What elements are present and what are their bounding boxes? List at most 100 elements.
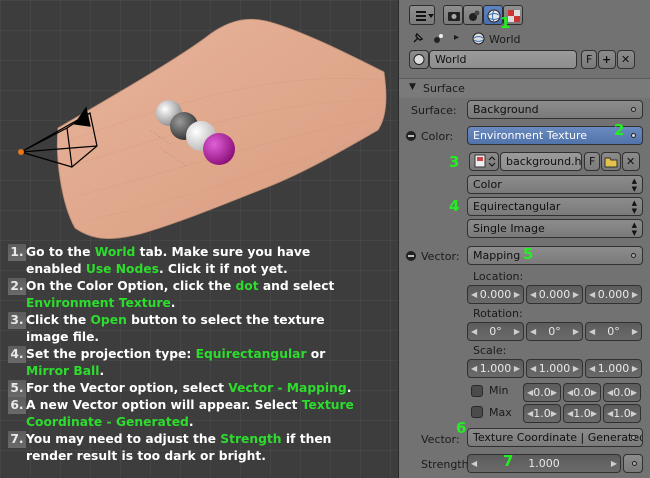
link-dot-icon[interactable]	[631, 107, 636, 112]
increment-arrow-icon[interactable]: ▶	[514, 360, 520, 377]
increment-arrow-icon[interactable]: ▶	[631, 405, 637, 422]
properties-panel: 1 ▸ World World F + ✕ ▼ Surface Surface:…	[398, 0, 650, 478]
world-name-field[interactable]: World	[429, 50, 577, 69]
decrement-arrow-icon[interactable]: ◀	[471, 323, 477, 340]
image-fake-user-button[interactable]: F	[584, 152, 600, 171]
increment-arrow-icon[interactable]: ▶	[551, 405, 557, 422]
step-continuation: Environment Texture.	[8, 295, 396, 312]
decrement-arrow-icon[interactable]: ◀	[530, 323, 536, 340]
increment-arrow-icon[interactable]: ▶	[591, 384, 597, 401]
callout-4: 4	[449, 197, 460, 215]
decrement-arrow-icon[interactable]: ◀	[607, 384, 613, 401]
image-browse-button[interactable]	[469, 152, 499, 171]
rotation-field[interactable]: ◀ 0° ▶	[467, 322, 524, 341]
decrement-arrow-icon[interactable]: ◀	[589, 286, 595, 303]
decrement-arrow-icon[interactable]: ◀	[527, 405, 533, 422]
max-checkbox[interactable]	[471, 406, 483, 418]
increment-arrow-icon[interactable]: ▶	[591, 405, 597, 422]
increment-arrow-icon[interactable]: ▶	[632, 360, 638, 377]
decrement-arrow-icon[interactable]: ◀	[607, 405, 613, 422]
vector-link-dot-icon[interactable]	[631, 253, 636, 258]
image-open-button[interactable]	[601, 152, 621, 171]
callout-5: 5	[523, 245, 534, 263]
strength-link-button[interactable]	[623, 454, 643, 473]
color-collapse-icon[interactable]	[406, 131, 416, 141]
step-text: You may need to adjust the	[26, 432, 221, 446]
world-fake-user-button[interactable]: F	[581, 50, 597, 69]
decrement-arrow-icon[interactable]: ◀	[471, 455, 477, 472]
camera-icon	[448, 12, 460, 21]
increment-arrow-icon[interactable]: ▶	[573, 286, 579, 303]
vector-input-menu[interactable]: Mapping	[467, 246, 643, 265]
vector2-link-dot-icon[interactable]	[631, 435, 636, 440]
increment-arrow-icon[interactable]: ▶	[631, 384, 637, 401]
scale-field[interactable]: ◀ 1.000 ▶	[585, 359, 642, 378]
min-checkbox[interactable]	[471, 385, 483, 397]
instruction-step: 6. A new Vector option will appear. Selec…	[8, 397, 396, 431]
max-field[interactable]: ◀ 1.0 ▶	[523, 404, 561, 423]
rotation-field[interactable]: ◀ 0° ▶	[585, 322, 642, 341]
location-field[interactable]: ◀ 0.000 ▶	[526, 285, 583, 304]
tab-scene[interactable]	[463, 5, 483, 25]
scale-field[interactable]: ◀ 1.000 ▶	[526, 359, 583, 378]
3d-viewport[interactable]: · · · · · · · · · · · · · · · · · · 1. Go…	[0, 0, 398, 478]
max-field[interactable]: ◀ 1.0 ▶	[603, 404, 641, 423]
max-field[interactable]: ◀ 1.0 ▶	[563, 404, 601, 423]
world-unlink-button[interactable]: ✕	[617, 50, 635, 69]
decrement-arrow-icon[interactable]: ◀	[567, 405, 573, 422]
decrement-arrow-icon[interactable]: ◀	[589, 360, 595, 377]
surface-shader-menu[interactable]: Background	[467, 100, 643, 119]
step-text: and select	[258, 279, 335, 293]
increment-arrow-icon[interactable]: ▶	[632, 286, 638, 303]
fake-user-label: F	[586, 53, 593, 66]
editor-type-button[interactable]	[409, 5, 435, 25]
tab-render[interactable]	[443, 5, 463, 25]
decrement-arrow-icon[interactable]: ◀	[589, 323, 595, 340]
projection-updown-icon: ▲ ▼	[631, 199, 637, 215]
decrement-arrow-icon[interactable]: ◀	[471, 286, 477, 303]
min-field[interactable]: ◀ 0.0 ▶	[523, 383, 561, 402]
color-space-menu[interactable]: Color ▲ ▼	[467, 175, 643, 194]
decrement-arrow-icon[interactable]: ◀	[530, 286, 536, 303]
increment-arrow-icon[interactable]: ▶	[514, 286, 520, 303]
vector-collapse-icon[interactable]	[406, 251, 416, 261]
pin-icon[interactable]	[411, 31, 425, 45]
min-field[interactable]: ◀ 0.0 ▶	[603, 383, 641, 402]
color-value: Environment Texture	[473, 129, 588, 142]
projection-value: Equirectangular	[473, 200, 561, 213]
instruction-step: 3. Click the Open button to select the te…	[8, 312, 396, 346]
image-mode-menu[interactable]: Single Image ▲ ▼	[467, 219, 643, 238]
projection-menu[interactable]: Equirectangular ▲ ▼	[467, 197, 643, 216]
step-number: 5.	[8, 380, 26, 397]
increment-arrow-icon[interactable]: ▶	[611, 455, 617, 472]
world-datablock-selector[interactable]	[409, 50, 429, 69]
surface-section-header[interactable]: ▼ Surface	[399, 78, 650, 98]
decrement-arrow-icon[interactable]: ◀	[567, 384, 573, 401]
location-field[interactable]: ◀ 0.000 ▶	[467, 285, 524, 304]
rotation-field[interactable]: ◀ 0° ▶	[526, 322, 583, 341]
strength-link-dot-icon[interactable]	[632, 461, 637, 466]
decrement-arrow-icon[interactable]: ◀	[530, 360, 536, 377]
world-new-button[interactable]: +	[598, 50, 616, 69]
decrement-arrow-icon[interactable]: ◀	[527, 384, 533, 401]
step-text: .	[188, 415, 194, 429]
world-name: World	[435, 53, 467, 66]
increment-arrow-icon[interactable]: ▶	[551, 384, 557, 401]
scale-field[interactable]: ◀ 1.000 ▶	[467, 359, 524, 378]
increment-arrow-icon[interactable]: ▶	[573, 323, 579, 340]
strength-field[interactable]: ◀ 1.000 ▶	[467, 454, 621, 473]
increment-arrow-icon[interactable]: ▶	[514, 323, 520, 340]
decrement-arrow-icon[interactable]: ◀	[471, 360, 477, 377]
callout-7: 7	[503, 452, 514, 470]
image-filename-field[interactable]: background.hdr	[500, 152, 582, 171]
increment-arrow-icon[interactable]: ▶	[573, 360, 579, 377]
vector2-input-menu[interactable]: Texture Coordinate | Generated	[467, 428, 643, 447]
location-field[interactable]: ◀ 0.000 ▶	[585, 285, 642, 304]
instruction-step: 1. Go to the World tab. Make sure you hav…	[8, 244, 396, 278]
increment-arrow-icon[interactable]: ▶	[632, 323, 638, 340]
image-unlink-button[interactable]: ✕	[622, 152, 640, 171]
color-space-value: Color	[473, 178, 502, 191]
color-link-dot-icon[interactable]	[631, 133, 636, 138]
breadcrumb-world[interactable]: World	[489, 33, 521, 46]
min-field[interactable]: ◀ 0.0 ▶	[563, 383, 601, 402]
